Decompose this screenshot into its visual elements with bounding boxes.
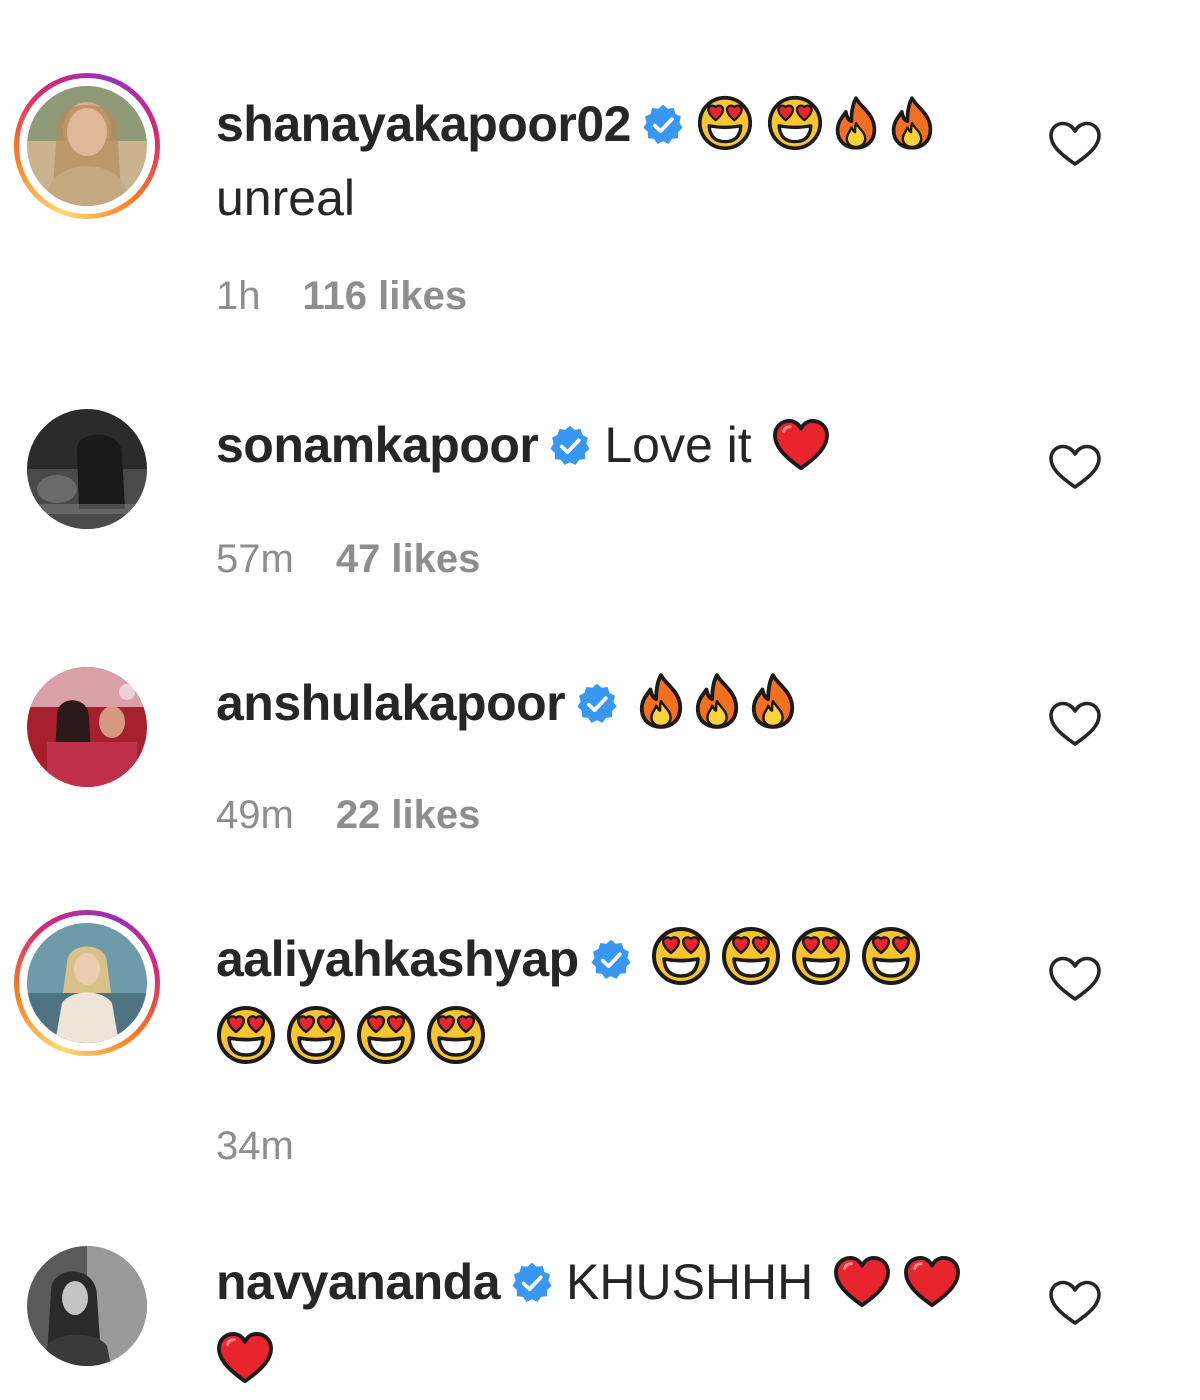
comment-username[interactable]: anshulakapoor xyxy=(216,675,566,731)
avatar xyxy=(27,1246,147,1366)
verified-badge-icon xyxy=(575,682,619,726)
heart-eyes-emoji xyxy=(791,926,851,1001)
fire-emoji xyxy=(693,672,741,745)
comment-text: KHUSHHH xyxy=(566,1254,814,1310)
comment-likes-count[interactable]: 116 likes xyxy=(303,274,468,318)
avatar xyxy=(27,409,147,529)
fire-emoji xyxy=(833,95,879,166)
comment-username[interactable]: shanayakapoor02 xyxy=(216,96,631,152)
like-heart-icon[interactable] xyxy=(1048,700,1102,748)
heart-eyes-emoji xyxy=(721,926,781,1001)
fire-emoji xyxy=(889,95,935,166)
avatar xyxy=(27,86,147,206)
red-heart-emoji xyxy=(216,1331,274,1400)
avatar xyxy=(27,923,147,1043)
comment-timestamp[interactable]: 34m xyxy=(216,1124,294,1168)
like-heart-icon[interactable] xyxy=(1048,443,1102,491)
avatar-container[interactable] xyxy=(14,654,160,800)
fire-emoji xyxy=(637,672,685,745)
verified-badge-icon xyxy=(548,424,592,468)
heart-eyes-emoji xyxy=(861,926,921,1001)
avatar-story-ring[interactable] xyxy=(14,73,160,219)
avatar-container[interactable] xyxy=(14,396,160,542)
red-heart-emoji xyxy=(903,1255,961,1324)
comment-text: Love it xyxy=(604,417,752,473)
comment-likes-count[interactable]: 47 likes xyxy=(336,537,481,581)
avatar xyxy=(27,667,147,787)
comment-username[interactable]: sonamkapoor xyxy=(216,417,539,473)
like-heart-icon[interactable] xyxy=(1048,955,1102,1003)
avatar-story-ring[interactable] xyxy=(14,910,160,1056)
comment-likes-count[interactable]: 22 likes xyxy=(336,793,481,837)
comment-text: unreal xyxy=(216,170,355,226)
verified-badge-icon xyxy=(641,103,685,147)
heart-eyes-emoji xyxy=(426,1005,486,1080)
red-heart-emoji xyxy=(772,418,830,487)
heart-eyes-emoji xyxy=(767,95,823,166)
heart-eyes-emoji xyxy=(651,926,711,1001)
comment-username[interactable]: navyananda xyxy=(216,1254,501,1310)
verified-badge-icon xyxy=(510,1261,554,1305)
heart-eyes-emoji xyxy=(216,1005,276,1080)
fire-emoji xyxy=(749,672,797,745)
heart-eyes-emoji xyxy=(697,95,753,166)
red-heart-emoji xyxy=(833,1255,891,1324)
verified-badge-icon xyxy=(589,938,633,982)
comment-username[interactable]: aaliyahkashyap xyxy=(216,931,579,987)
like-heart-icon[interactable] xyxy=(1048,1279,1102,1327)
comment-timestamp[interactable]: 57m xyxy=(216,537,294,581)
like-heart-icon[interactable] xyxy=(1048,120,1102,168)
avatar-container[interactable] xyxy=(14,1233,160,1379)
heart-eyes-emoji xyxy=(356,1005,416,1080)
comment-timestamp[interactable]: 1h xyxy=(216,274,261,318)
comment-timestamp[interactable]: 49m xyxy=(216,793,294,837)
heart-eyes-emoji xyxy=(286,1005,346,1080)
